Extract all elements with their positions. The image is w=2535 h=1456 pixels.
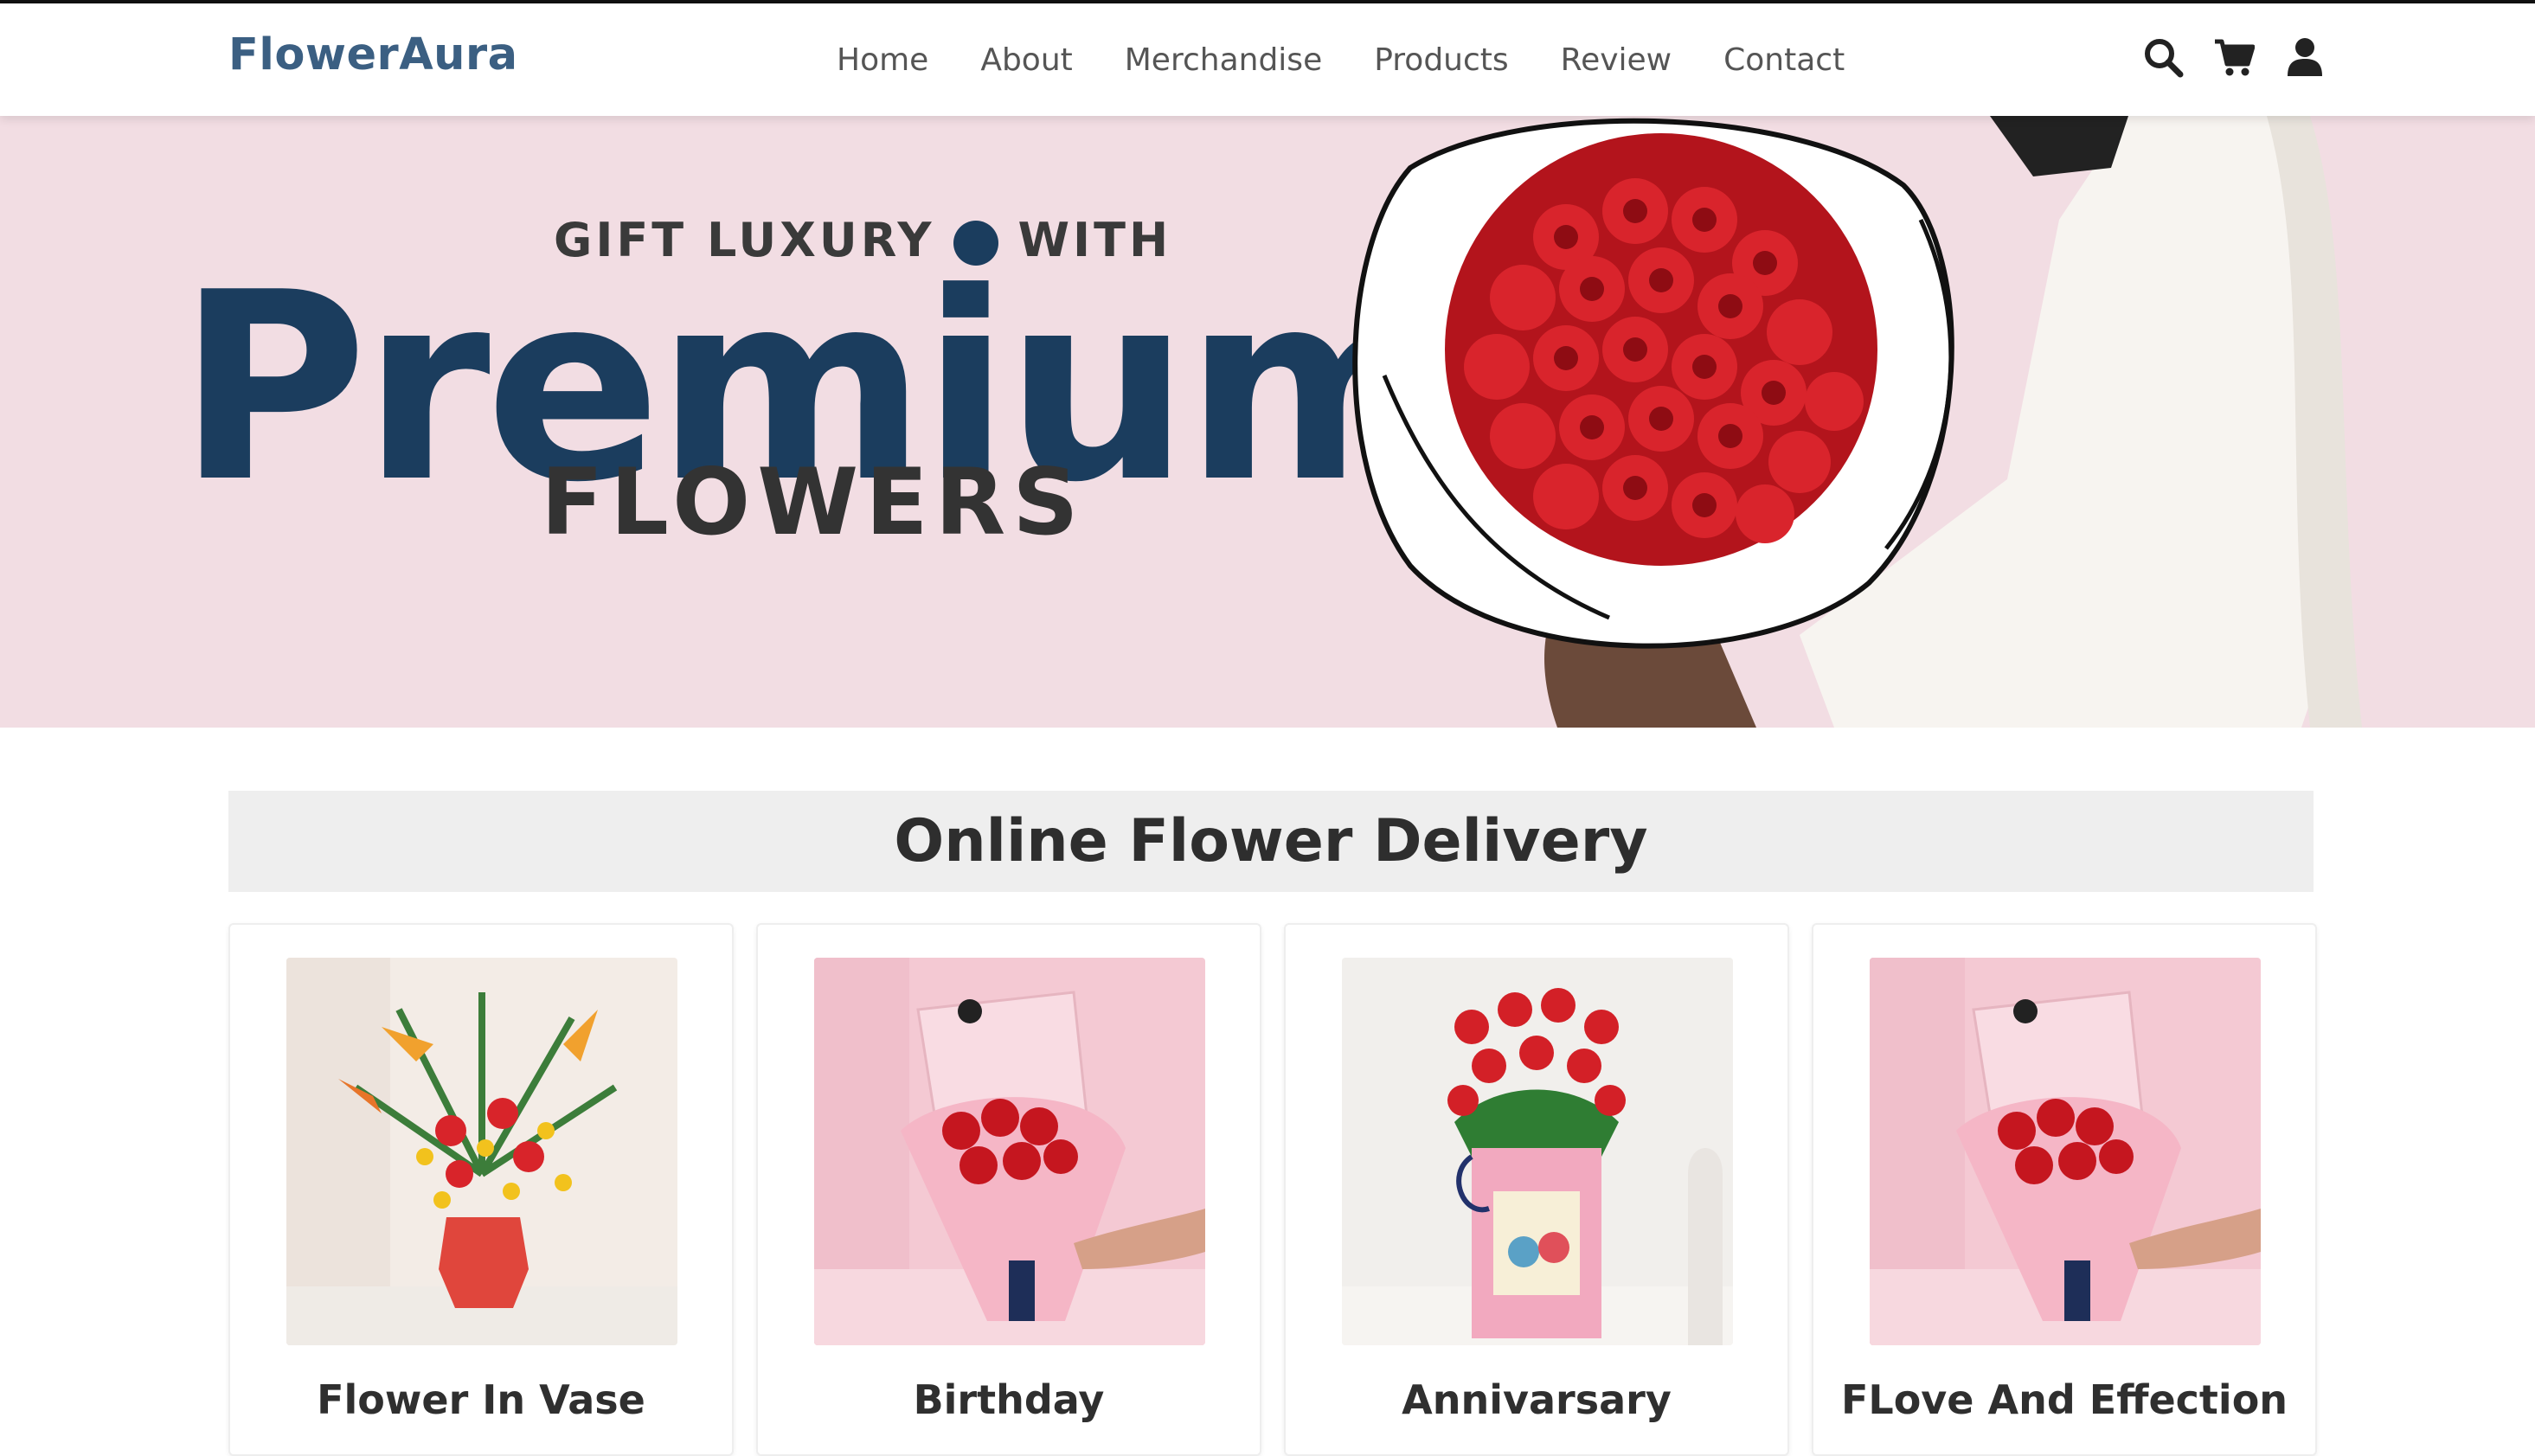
birthday-bouquet-image	[814, 958, 1205, 1345]
hero-footer-text: FLOWERS	[541, 449, 1086, 555]
anniversary-bouquet-image	[1342, 958, 1733, 1345]
card-label: Flower In Vase	[317, 1376, 645, 1423]
flower-in-vase-image	[286, 958, 677, 1345]
nav-review[interactable]: Review	[1561, 38, 1672, 83]
nav-contact[interactable]: Contact	[1723, 38, 1845, 83]
nav-products[interactable]: Products	[1374, 38, 1508, 83]
card-anniversary[interactable]: Annivarsary	[1284, 923, 1789, 1456]
cart-icon[interactable]	[2213, 36, 2256, 78]
nav-merchandise[interactable]: Merchandise	[1125, 38, 1322, 83]
card-label: Annivarsary	[1402, 1376, 1672, 1423]
nav-home[interactable]: Home	[837, 38, 928, 83]
section-title: Online Flower Delivery	[228, 791, 2314, 892]
card-label: Birthday	[913, 1376, 1105, 1423]
product-cards: Flower In Vase Birthday Annivarsary FLov…	[228, 923, 2317, 1456]
card-flower-in-vase[interactable]: Flower In Vase	[228, 923, 734, 1456]
search-icon[interactable]	[2142, 36, 2184, 78]
main-nav: Home About Merchandise Products Review C…	[837, 38, 1896, 83]
hero-banner[interactable]: GIFT LUXURY WITH Premium FLOWERS	[0, 116, 2535, 728]
site-header: FlowerAura Home About Merchandise Produc…	[0, 3, 2535, 116]
love-bouquet-image	[1870, 958, 2261, 1345]
card-label: FLove And Effection	[1840, 1376, 2288, 1423]
nav-about[interactable]: About	[980, 38, 1072, 83]
card-birthday[interactable]: Birthday	[756, 923, 1261, 1456]
user-icon[interactable]	[2284, 36, 2326, 78]
rose-bouquet-image	[1352, 116, 2362, 728]
card-love-and-affection[interactable]: FLove And Effection	[1812, 923, 2317, 1456]
brand-logo[interactable]: FlowerAura	[228, 29, 518, 80]
header-icons	[2142, 36, 2326, 78]
